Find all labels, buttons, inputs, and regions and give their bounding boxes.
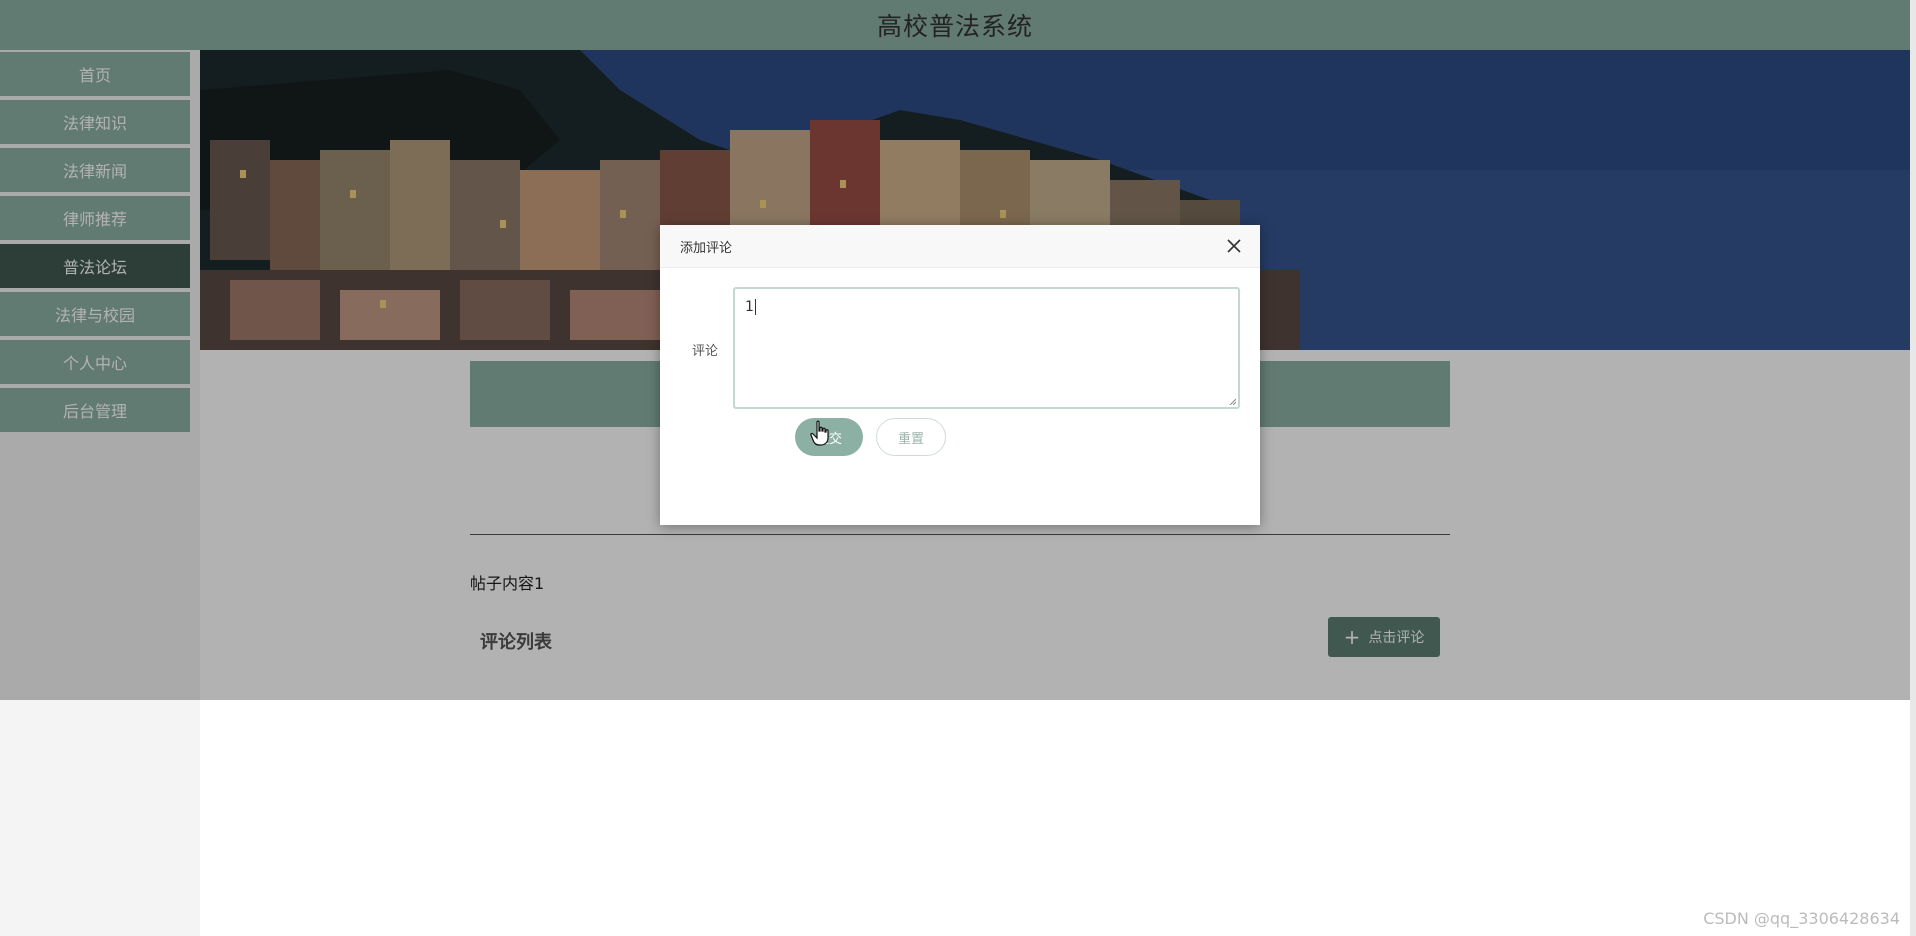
comment-textarea[interactable]: 1 — [733, 287, 1240, 409]
hand-pointer-icon — [810, 420, 829, 446]
window-edge — [1910, 0, 1916, 936]
watermark: CSDN @qq_3306428634 — [1703, 909, 1900, 928]
add-comment-dialog: 添加评论 评论 1 提交 重置 — [660, 225, 1260, 525]
close-icon[interactable] — [1224, 236, 1244, 256]
comment-field-label: 评论 — [692, 344, 719, 359]
comment-textarea-value: 1 — [745, 299, 754, 315]
dialog-title: 添加评论 — [680, 240, 733, 256]
reset-button[interactable]: 重置 — [876, 418, 946, 456]
dialog-header: 添加评论 — [660, 225, 1260, 268]
resize-handle-icon[interactable] — [1228, 397, 1236, 405]
